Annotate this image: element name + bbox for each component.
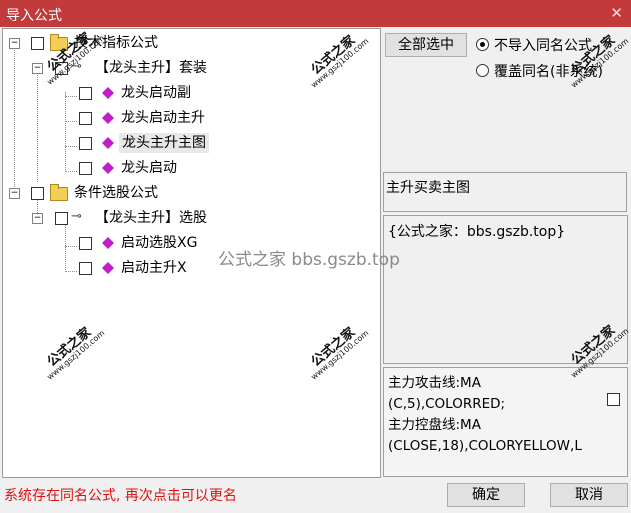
ok-button[interactable]: 确定 [447, 483, 525, 507]
item-label: 龙头启动 [121, 160, 177, 176]
radio-no-import[interactable] [476, 38, 489, 51]
gem-icon [102, 112, 114, 124]
checkbox-set-selection[interactable] [55, 212, 68, 225]
set-label: 【龙头主升】选股 [95, 210, 207, 226]
cancel-button[interactable]: 取消 [550, 483, 628, 507]
tree-group-selection[interactable]: − 条件选股公式 [3, 183, 373, 203]
checkbox-item[interactable] [79, 162, 92, 175]
collapse-icon[interactable]: − [9, 38, 20, 49]
gem-icon [102, 237, 114, 249]
tree-item[interactable]: 龙头启动主升 [3, 108, 373, 128]
description-text: {公式之家：bbs.gszb.top} [388, 224, 566, 240]
overlay-watermark: 公式之家 bbs.gszb.top [218, 250, 400, 270]
gem-icon [102, 262, 114, 274]
formula-name-box: 主升买卖主图 [383, 172, 627, 212]
checkbox-group-indicator[interactable] [31, 37, 44, 50]
radio-overwrite[interactable] [476, 64, 489, 77]
item-label: 启动选股XG [121, 235, 198, 251]
select-all-button[interactable]: 全部选中 [385, 33, 467, 57]
window-title: 导入公式 [6, 8, 62, 24]
title-bar: 导入公式 ✕ [0, 0, 631, 27]
key-icon: ⊸ [71, 209, 82, 224]
gem-icon [102, 87, 114, 99]
code-checkbox[interactable] [607, 393, 620, 406]
status-message: 系统存在同名公式, 再次点击可以更名 [4, 488, 237, 504]
item-label: 启动主升X [121, 260, 187, 276]
item-label: 龙头主升主图 [119, 133, 209, 153]
group-label: 条件选股公式 [74, 185, 158, 201]
tree-item-selected[interactable]: 龙头主升主图 [3, 133, 373, 153]
item-label: 龙头启动副 [121, 85, 191, 101]
checkbox-item[interactable] [79, 87, 92, 100]
code-text: 主力攻击线:MA (C,5),COLORRED; 主力控盘线:MA (CLOSE… [388, 375, 582, 454]
gem-icon [102, 137, 114, 149]
checkbox-group-selection[interactable] [31, 187, 44, 200]
close-icon[interactable]: ✕ [610, 4, 623, 22]
collapse-icon[interactable]: − [32, 213, 43, 224]
item-label: 龙头启动主升 [121, 110, 205, 126]
checkbox-item[interactable] [79, 112, 92, 125]
collapse-icon[interactable]: − [9, 188, 20, 199]
tree-item[interactable]: 龙头启动 [3, 158, 373, 178]
radio-no-import-label[interactable]: 不导入同名公式 [494, 35, 592, 55]
set-label: 【龙头主升】套装 [95, 60, 207, 76]
code-box[interactable]: 主力攻击线:MA (C,5),COLORRED; 主力控盘线:MA (CLOSE… [383, 367, 628, 477]
tree-set-selection[interactable]: − ⊸ 【龙头主升】选股 [3, 208, 373, 228]
gem-icon [102, 162, 114, 174]
checkbox-item[interactable] [79, 137, 92, 150]
checkbox-item[interactable] [79, 237, 92, 250]
folder-icon [50, 184, 68, 201]
checkbox-item[interactable] [79, 262, 92, 275]
formula-name: 主升买卖主图 [386, 180, 470, 196]
